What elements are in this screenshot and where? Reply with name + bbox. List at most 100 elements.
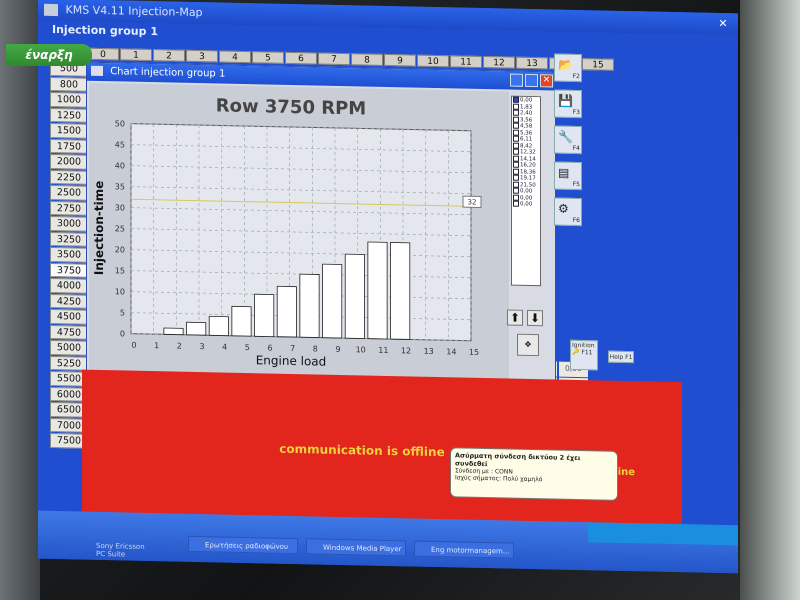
table-icon: ▤: [558, 165, 570, 180]
bar: [163, 327, 184, 336]
open-button[interactable]: 📂 F2: [554, 53, 582, 83]
legend-label: 4,58: [520, 123, 533, 130]
x-tick-label: 7: [290, 344, 295, 353]
checkbox-icon: [513, 174, 519, 181]
close-icon[interactable]: ✕: [716, 17, 730, 31]
rpm-row-header[interactable]: 3000: [50, 215, 88, 232]
x-tick-label: 13: [424, 347, 434, 356]
column-header[interactable]: 3: [186, 49, 218, 63]
minimize-button[interactable]: [510, 73, 523, 87]
checkbox-icon: [513, 122, 519, 129]
checkbox-icon: [513, 96, 519, 103]
column-header[interactable]: 8: [351, 53, 383, 66]
task-item-2[interactable]: Windows Media Player: [306, 538, 406, 557]
rpm-row-header[interactable]: 3500: [50, 246, 88, 263]
rpm-row-header[interactable]: 5000: [50, 339, 88, 356]
rpm-row-header[interactable]: 4750: [50, 324, 88, 340]
legend-item[interactable]: 0,00: [512, 200, 540, 208]
help-button[interactable]: Help F1: [608, 350, 634, 364]
group-label: Injection group 1: [52, 22, 158, 39]
rpm-row-header[interactable]: 1250: [50, 107, 88, 123]
checkbox-icon: [513, 181, 519, 188]
table-button[interactable]: ▤ F5: [554, 161, 582, 191]
checkbox-icon: [513, 155, 519, 162]
f4-label: F4: [572, 144, 580, 153]
legend-label: 0,00: [520, 201, 533, 208]
app-icon: [44, 3, 58, 17]
checkbox-icon: [513, 148, 519, 155]
y-tick-label: 50: [115, 119, 125, 128]
arrow-down-button[interactable]: ⬇: [527, 309, 543, 327]
key-icon: 🔑: [572, 348, 580, 357]
checkbox-icon: [513, 116, 519, 123]
background-right: [740, 0, 800, 600]
checkbox-icon: [513, 168, 519, 175]
column-header[interactable]: 7: [318, 52, 350, 66]
arrow-up-button[interactable]: ⬆: [507, 309, 523, 326]
x-tick-label: 15: [469, 348, 479, 357]
checkbox-icon: [513, 135, 519, 142]
x-tick-label: 11: [378, 346, 388, 355]
chart-window-title: Chart injection group 1: [110, 66, 226, 80]
desktop-shortcut-label[interactable]: Sony Ericsson PC Suite: [96, 542, 145, 559]
bar: [367, 241, 388, 340]
column-header[interactable]: 1: [120, 48, 152, 62]
rpm-row-header[interactable]: 2500: [50, 184, 88, 201]
ignition-button[interactable]: Ignition 🔑 F11: [570, 339, 598, 371]
task-item-3[interactable]: Εng motormanagem...: [414, 540, 514, 559]
nav-cross-button[interactable]: ✥: [517, 333, 539, 357]
column-header[interactable]: 10: [417, 54, 449, 68]
rpm-row-header[interactable]: 2750: [50, 200, 88, 216]
column-header[interactable]: 6: [285, 51, 317, 65]
rpm-row-header[interactable]: 1000: [50, 91, 88, 108]
desktop-label-line2: PC Suite: [96, 549, 126, 559]
rpm-row-header[interactable]: 5250: [50, 355, 88, 371]
screen: KMS V4.11 Injection-Map ✕ Injection grou…: [38, 0, 738, 574]
bar: [276, 285, 297, 338]
column-header[interactable]: 9: [384, 53, 416, 67]
chart-close-button[interactable]: ✕: [540, 74, 553, 88]
save-button[interactable]: 💾 F3: [554, 89, 582, 119]
column-header[interactable]: 5: [252, 51, 284, 64]
config-button[interactable]: ⚙ F6: [554, 197, 582, 227]
x-tick-label: 12: [401, 346, 411, 355]
x-tick-label: 8: [313, 344, 318, 353]
rpm-row-header[interactable]: 2250: [50, 169, 88, 185]
column-header[interactable]: 4: [219, 50, 251, 64]
start-button[interactable]: έναρξη: [6, 44, 92, 66]
f3-label: F3: [572, 108, 580, 117]
column-header[interactable]: 2: [153, 49, 185, 62]
column-header[interactable]: 11: [450, 55, 482, 68]
task-item-1[interactable]: Ερωτήσεις ραδιοφώνου: [188, 535, 298, 555]
x-axis-label: Engine load: [256, 353, 327, 368]
rpm-row-header[interactable]: 3750: [50, 262, 88, 278]
rpm-row-header[interactable]: 1500: [50, 122, 88, 139]
rpm-row-header[interactable]: 4250: [50, 293, 88, 309]
checkbox-icon: [513, 161, 519, 168]
network-balloon[interactable]: Ασύρματη σύνδεση δικτύου 2 έχει συνδεθεί…: [450, 447, 618, 501]
settings-button[interactable]: 🔧 F4: [554, 125, 582, 155]
background-left: [0, 0, 40, 600]
rpm-row-header[interactable]: 2000: [50, 153, 88, 170]
bar: [208, 315, 229, 337]
f5-label: F5: [572, 180, 580, 189]
rpm-row-header[interactable]: 800: [50, 76, 88, 92]
rpm-row-header[interactable]: 1750: [50, 138, 88, 154]
rpm-row-header[interactable]: 3250: [50, 231, 88, 247]
y-tick-label: 45: [115, 140, 125, 149]
checkbox-icon: [513, 142, 519, 149]
rpm-row-header[interactable]: 4500: [50, 308, 88, 325]
rpm-row-header[interactable]: 4000: [50, 277, 88, 294]
bar: [231, 305, 252, 337]
checkbox-icon: [513, 200, 519, 207]
y-tick-label: 35: [115, 182, 125, 191]
column-header[interactable]: 15: [582, 58, 614, 71]
maximize-button[interactable]: [525, 73, 538, 88]
column-header[interactable]: 13: [516, 56, 548, 70]
legend-label: 2,40: [520, 110, 533, 117]
column-header[interactable]: 12: [483, 55, 515, 69]
x-tick-label: 9: [335, 345, 340, 354]
app-title: KMS V4.11 Injection-Map: [65, 3, 203, 20]
legend-label: 0,00: [520, 188, 533, 195]
y-axis-label: Injection-time: [92, 181, 106, 276]
